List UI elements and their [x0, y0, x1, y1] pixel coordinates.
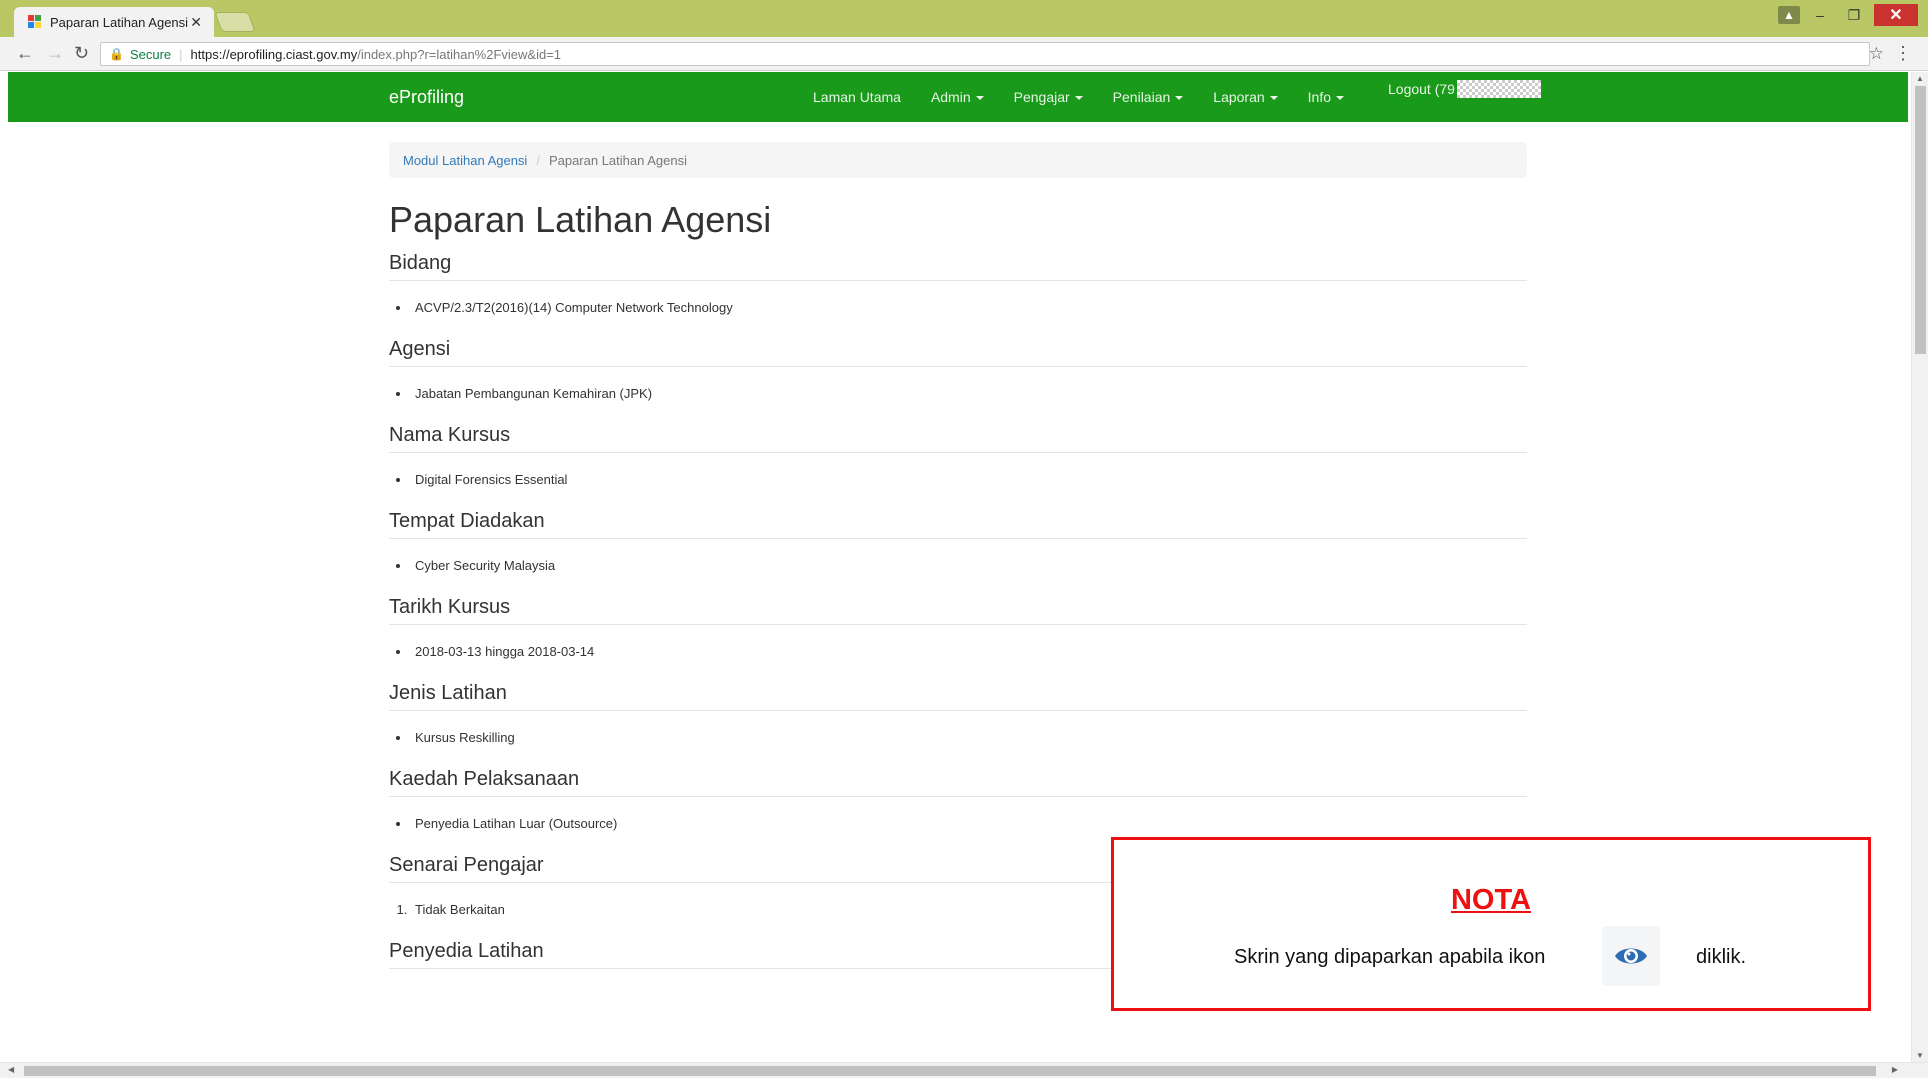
scroll-right-icon[interactable]: ▶	[1892, 1065, 1898, 1074]
lock-icon: 🔒	[109, 47, 124, 61]
list-item: ACVP/2.3/T2(2016)(14) Computer Network T…	[411, 298, 1527, 318]
nav-item-info[interactable]: Info	[1308, 89, 1345, 105]
nav-item-penilaian[interactable]: Penilaian	[1113, 89, 1184, 105]
secure-label: Secure	[129, 46, 172, 62]
address-bar: ← → ↻ 🔒 Secure | https://eprofiling.cias…	[0, 37, 1928, 71]
breadcrumb-current: Paparan Latihan Agensi	[548, 152, 687, 168]
forward-icon[interactable]: →	[46, 43, 64, 64]
note-title: NOTA	[1450, 884, 1531, 916]
breadcrumb: Modul Latihan Agensi / Paparan Latihan A…	[389, 142, 1527, 178]
note-text-suffix: diklik.	[1696, 946, 1747, 968]
profile-icon[interactable]: ▲	[1778, 6, 1800, 24]
restore-icon[interactable]: ❐	[1840, 4, 1868, 26]
list-item: Penyedia Latihan Luar (Outsource)	[411, 814, 1527, 834]
nav-item-pengajar[interactable]: Pengajar	[1014, 89, 1083, 105]
redacted-username	[1456, 80, 1541, 98]
list-item: Kursus Reskilling	[411, 728, 1527, 748]
section-kaedah-pelaksanaan: Kaedah Pelaksanaan Penyedia Latihan Luar…	[389, 766, 1527, 834]
nav-item-laman-utama[interactable]: Laman Utama	[813, 89, 901, 105]
url-host: https://eprofiling.ciast.gov.my	[190, 46, 358, 62]
section-tarikh-kursus: Tarikh Kursus 2018-03-13 hingga 2018-03-…	[389, 594, 1527, 662]
list-item: Jabatan Pembangunan Kemahiran (JPK)	[411, 384, 1527, 404]
caret-down-icon	[1336, 96, 1345, 101]
scroll-left-icon[interactable]: ◀	[8, 1065, 14, 1074]
section-heading: Nama Kursus	[389, 422, 1527, 453]
section-heading: Agensi	[389, 336, 1527, 367]
caret-down-icon	[1074, 96, 1083, 101]
caret-down-icon	[975, 96, 984, 101]
section-tempat-diadakan: Tempat Diadakan Cyber Security Malaysia	[389, 508, 1527, 576]
url-input[interactable]: 🔒 Secure | https://eprofiling.ciast.gov.…	[100, 42, 1870, 66]
logout-link[interactable]: Logout (79	[1388, 80, 1541, 98]
url-path: /index.php?r=latihan%2Fview&id=1	[357, 46, 562, 62]
nav-item-admin[interactable]: Admin	[931, 89, 984, 105]
minimize-icon[interactable]: –	[1806, 4, 1834, 26]
window-controls: ▲ – ❐ ✕	[1778, 4, 1918, 26]
window-close-icon[interactable]: ✕	[1874, 4, 1918, 26]
scroll-up-icon[interactable]: ▲	[1916, 74, 1924, 83]
nav-menu: Laman Utama Admin Pengajar Penilaian Lap…	[813, 89, 1374, 105]
note-text: Skrin yang dipaparkan apabila ikon	[1234, 946, 1546, 968]
list-item: Cyber Security Malaysia	[411, 556, 1527, 576]
section-agensi: Agensi Jabatan Pembangunan Kemahiran (JP…	[389, 336, 1527, 404]
section-heading: Kaedah Pelaksanaan	[389, 766, 1527, 797]
brand-link[interactable]: eProfiling	[389, 87, 464, 108]
browser-menu-icon[interactable]: ⋮	[1894, 43, 1912, 64]
caret-down-icon	[1269, 96, 1278, 101]
horizontal-scroll-thumb[interactable]	[24, 1066, 1876, 1076]
section-heading: Bidang	[389, 250, 1527, 281]
back-icon[interactable]: ←	[16, 43, 34, 64]
section-nama-kursus: Nama Kursus Digital Forensics Essential	[389, 422, 1527, 490]
horizontal-scrollbar[interactable]: ◀ ▶	[0, 1062, 1928, 1078]
browser-tab[interactable]: Paparan Latihan Agensi ✕	[14, 7, 214, 37]
section-heading: Jenis Latihan	[389, 680, 1527, 711]
section-heading: Tarikh Kursus	[389, 594, 1527, 625]
browser-titlebar: Paparan Latihan Agensi ✕ ▲ – ❐ ✕	[0, 0, 1928, 37]
reload-icon[interactable]: ↻	[74, 43, 89, 64]
list-item: 2018-03-13 hingga 2018-03-14	[411, 642, 1527, 662]
list-item: Digital Forensics Essential	[411, 470, 1527, 490]
section-bidang: Bidang ACVP/2.3/T2(2016)(14) Computer Ne…	[389, 250, 1527, 318]
bookmark-star-icon[interactable]: ☆	[1869, 44, 1884, 64]
note-box: NOTA Skrin yang dipaparkan apabila ikon …	[1111, 837, 1871, 1011]
new-tab-button[interactable]	[214, 12, 256, 32]
breadcrumb-link-modul[interactable]: Modul Latihan Agensi	[403, 153, 527, 168]
eye-icon	[1602, 926, 1660, 986]
vertical-scrollbar[interactable]: ▲ ▼	[1911, 72, 1928, 1062]
section-heading: Tempat Diadakan	[389, 508, 1527, 539]
site-favicon-icon	[28, 15, 42, 29]
tab-close-icon[interactable]: ✕	[190, 14, 202, 31]
scroll-down-icon[interactable]: ▼	[1916, 1051, 1924, 1060]
app-navbar: eProfiling Laman Utama Admin Pengajar Pe…	[8, 72, 1908, 122]
vertical-scroll-thumb[interactable]	[1915, 86, 1926, 354]
page-title: Paparan Latihan Agensi	[389, 199, 772, 240]
tab-title: Paparan Latihan Agensi	[50, 14, 189, 30]
caret-down-icon	[1175, 96, 1184, 101]
section-jenis-latihan: Jenis Latihan Kursus Reskilling	[389, 680, 1527, 748]
nav-item-laporan[interactable]: Laporan	[1213, 89, 1278, 105]
